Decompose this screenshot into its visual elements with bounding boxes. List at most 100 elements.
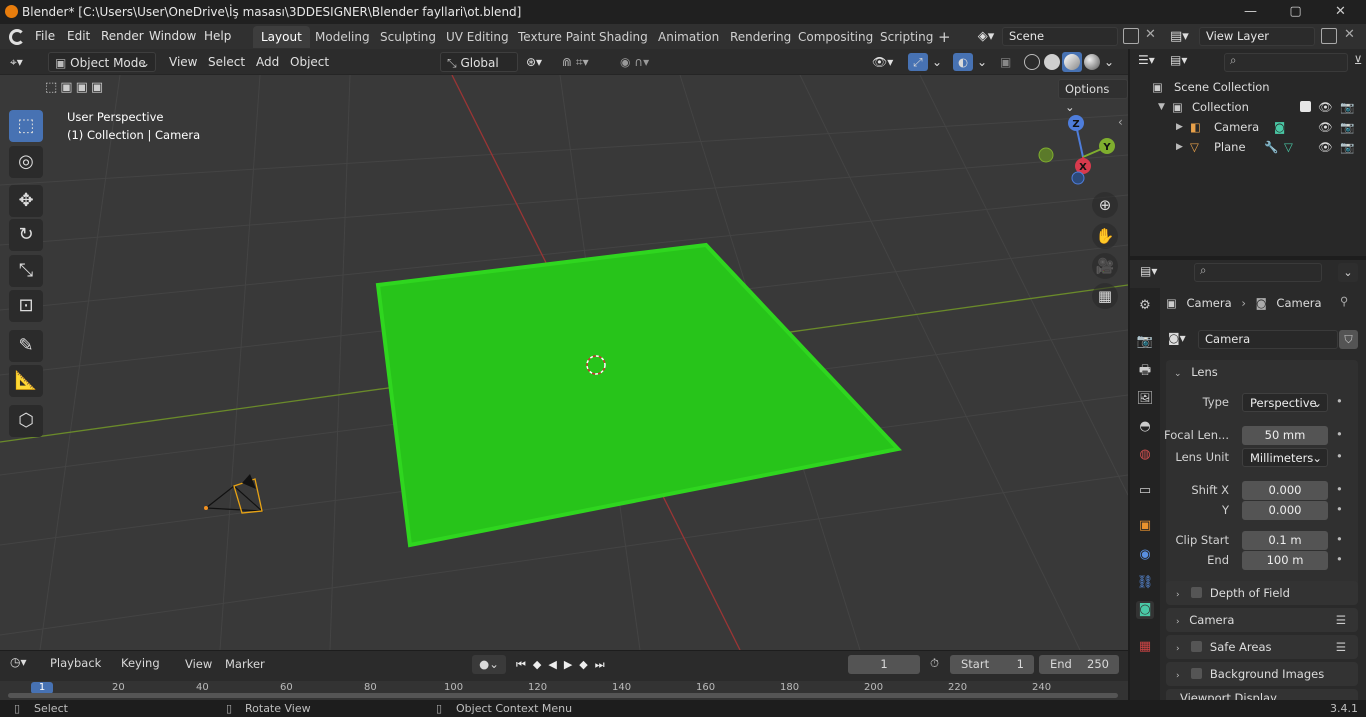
camera-panel[interactable]: › Camera ☰ (1166, 608, 1358, 632)
camera-view-icon[interactable]: 🎥 (1092, 253, 1118, 279)
lens-panel-header[interactable]: ⌄ Lens (1174, 363, 1218, 381)
menu-view[interactable]: View (169, 52, 197, 72)
gizmo-toggle-icon[interactable]: ⤢ (908, 53, 928, 71)
editor-type-icon[interactable]: ⌖▾ (10, 52, 40, 72)
delete-view-layer-icon[interactable]: ✕ (1344, 27, 1355, 42)
start-frame-field[interactable]: Start 1 (950, 655, 1034, 674)
overlay-toggle-icon[interactable]: ◐ (953, 53, 973, 71)
menu-select[interactable]: Select (208, 52, 245, 72)
scene-tab-icon[interactable]: ◓ (1136, 418, 1154, 436)
collection-tab-icon[interactable]: ▭ (1136, 482, 1154, 500)
tab-modeling[interactable]: Modeling (307, 26, 378, 48)
focal-length-field[interactable]: 50 mm (1242, 426, 1328, 445)
display-mode-icon[interactable]: ▤▾ (1170, 53, 1187, 67)
presets-list-icon[interactable]: ☰ (1336, 635, 1346, 659)
lens-unit-dropdown[interactable]: Millimeters ⌄ (1242, 448, 1328, 467)
copy-scene-icon[interactable] (1123, 28, 1139, 44)
menu-add[interactable]: Add (256, 52, 279, 72)
animate-dot-icon[interactable]: • (1336, 449, 1343, 463)
snap-icon[interactable]: ⋒ ⌗▾ (562, 52, 610, 72)
tab-layout[interactable]: Layout (253, 26, 310, 48)
menu-render[interactable]: Render (101, 24, 144, 49)
blender-menu-icon[interactable] (9, 29, 25, 45)
animate-dot-icon[interactable]: • (1336, 532, 1343, 546)
depth-of-field-panel[interactable]: › Depth of Field (1166, 581, 1358, 605)
timeline-view-menu[interactable]: View (185, 657, 212, 671)
eye-icon[interactable]: 👁 (1318, 137, 1333, 157)
scene-icon[interactable]: ◈▾ (973, 27, 999, 46)
timeline-scrollbar[interactable] (8, 693, 1118, 698)
tab-uv-editing[interactable]: UV Editing (438, 26, 517, 48)
properties-editor-icon[interactable]: ▤▾ (1140, 264, 1157, 278)
expand-icon[interactable]: ▶ (1176, 117, 1183, 137)
render-camera-icon[interactable]: 📷 (1340, 117, 1354, 137)
scene-field[interactable]: Scene (1002, 27, 1118, 46)
tab-rendering[interactable]: Rendering (722, 26, 799, 48)
render-tab-icon[interactable]: 📷 (1136, 333, 1154, 351)
zoom-icon[interactable]: ⊕ (1092, 192, 1118, 218)
playback-controls[interactable]: ⏮◆◀▶◆⏭ (516, 655, 636, 674)
xray-icon[interactable]: ▣ (1000, 52, 1016, 72)
select-box-tool[interactable]: ⬚ (9, 110, 43, 142)
outliner-search-input[interactable] (1224, 53, 1348, 72)
view-layer-tab-icon[interactable]: 🖼 (1136, 390, 1154, 408)
menu-object[interactable]: Object (290, 52, 329, 72)
pan-hand-icon[interactable]: ✋ (1092, 223, 1118, 249)
outliner-editor-icon[interactable]: ☰▾ (1138, 53, 1155, 67)
playback-menu[interactable]: Playback ⌄ (44, 654, 114, 688)
clip-start-field[interactable]: 0.1 m (1242, 531, 1328, 550)
tab-shading[interactable]: Shading (591, 26, 656, 48)
solid-shading-icon[interactable] (1044, 54, 1060, 70)
fake-user-shield-icon[interactable]: ⛉ (1339, 330, 1358, 349)
grass-plane[interactable] (375, 242, 902, 548)
gizmo-dropdown-icon[interactable]: ⌄ (932, 52, 942, 72)
view-layer-icon[interactable]: ▤▾ (1170, 27, 1196, 46)
measure-tool[interactable]: 📐 (9, 365, 43, 397)
shift-x-field[interactable]: 0.000 (1242, 481, 1328, 500)
world-tab-icon[interactable]: ◍ (1136, 446, 1154, 464)
shift-y-field[interactable]: 0.000 (1242, 501, 1328, 520)
proportional-edit-icon[interactable]: ◉ ∩▾ (620, 52, 668, 72)
object-mode-dropdown[interactable]: ▣ Object Mode ⌄ (48, 52, 156, 72)
delete-scene-icon[interactable]: ✕ (1145, 27, 1156, 42)
outliner-row-camera[interactable]: ▶ ◧ Camera ◙ 👁 📷 (1130, 117, 1366, 137)
background-images-panel[interactable]: › Background Images (1166, 662, 1358, 686)
constraints-tab-icon[interactable]: ⛓ (1136, 574, 1154, 592)
rotate-tool[interactable]: ↻ (9, 219, 43, 251)
tab-sculpting[interactable]: Sculpting (372, 26, 444, 48)
view-layer-field[interactable]: View Layer (1199, 27, 1315, 46)
type-dropdown[interactable]: Perspective ⌄ (1242, 393, 1328, 412)
minimize-button[interactable]: — (1228, 0, 1273, 24)
outliner-row-plane[interactable]: ▶ ▽ Plane 🔧 ▽ 👁 📷 (1130, 137, 1366, 157)
tool-tab-icon[interactable]: ⚙ (1136, 297, 1154, 315)
object-tab-icon[interactable]: ▣ (1136, 517, 1154, 535)
pivot-icon[interactable]: ⊛▾ (526, 52, 556, 72)
close-button[interactable]: ✕ (1318, 0, 1363, 24)
stopwatch-icon[interactable]: ⏱ (930, 656, 939, 671)
auto-key-record-icon[interactable]: ●⌄ (472, 655, 506, 674)
render-camera-icon[interactable]: 📷 (1340, 137, 1354, 157)
menu-edit[interactable]: Edit (67, 24, 90, 49)
expand-icon[interactable]: ▼ (1158, 97, 1165, 117)
background-images-checkbox[interactable] (1191, 668, 1203, 679)
timeline-ruler[interactable]: 1 20 40 60 80 100 120 140 160 180 200 22… (0, 681, 1128, 700)
safe-areas-panel[interactable]: › Safe Areas ☰ (1166, 635, 1358, 659)
visibility-icon[interactable]: 👁▾ (872, 52, 906, 72)
camera-data-name-field[interactable]: Camera (1198, 330, 1338, 349)
clip-end-field[interactable]: 100 m (1242, 551, 1328, 570)
outliner-row-collection[interactable]: ▼ ▣ Collection 👁 📷 (1130, 97, 1366, 117)
animate-dot-icon[interactable]: • (1336, 394, 1343, 408)
material-shading-button[interactable] (1062, 52, 1082, 72)
outliner-row-scene-collection[interactable]: ▣ Scene Collection (1130, 77, 1366, 97)
maximize-button[interactable]: ▢ (1273, 0, 1318, 24)
sidebar-toggle-icon[interactable]: ‹ (1118, 115, 1123, 129)
end-frame-field[interactable]: End 250 (1039, 655, 1119, 674)
perspective-toggle-icon[interactable]: ▦ (1092, 283, 1118, 309)
annotate-tool[interactable]: ✎ (9, 330, 43, 362)
render-camera-icon[interactable]: 📷 (1340, 97, 1354, 117)
select-mode-icons[interactable]: ⬚▣▣▣ (45, 80, 139, 96)
rendered-shading-icon[interactable] (1084, 54, 1100, 70)
dof-checkbox[interactable] (1191, 587, 1203, 598)
keying-menu[interactable]: Keying ⌄ (115, 654, 175, 688)
camera-object[interactable] (204, 474, 264, 514)
